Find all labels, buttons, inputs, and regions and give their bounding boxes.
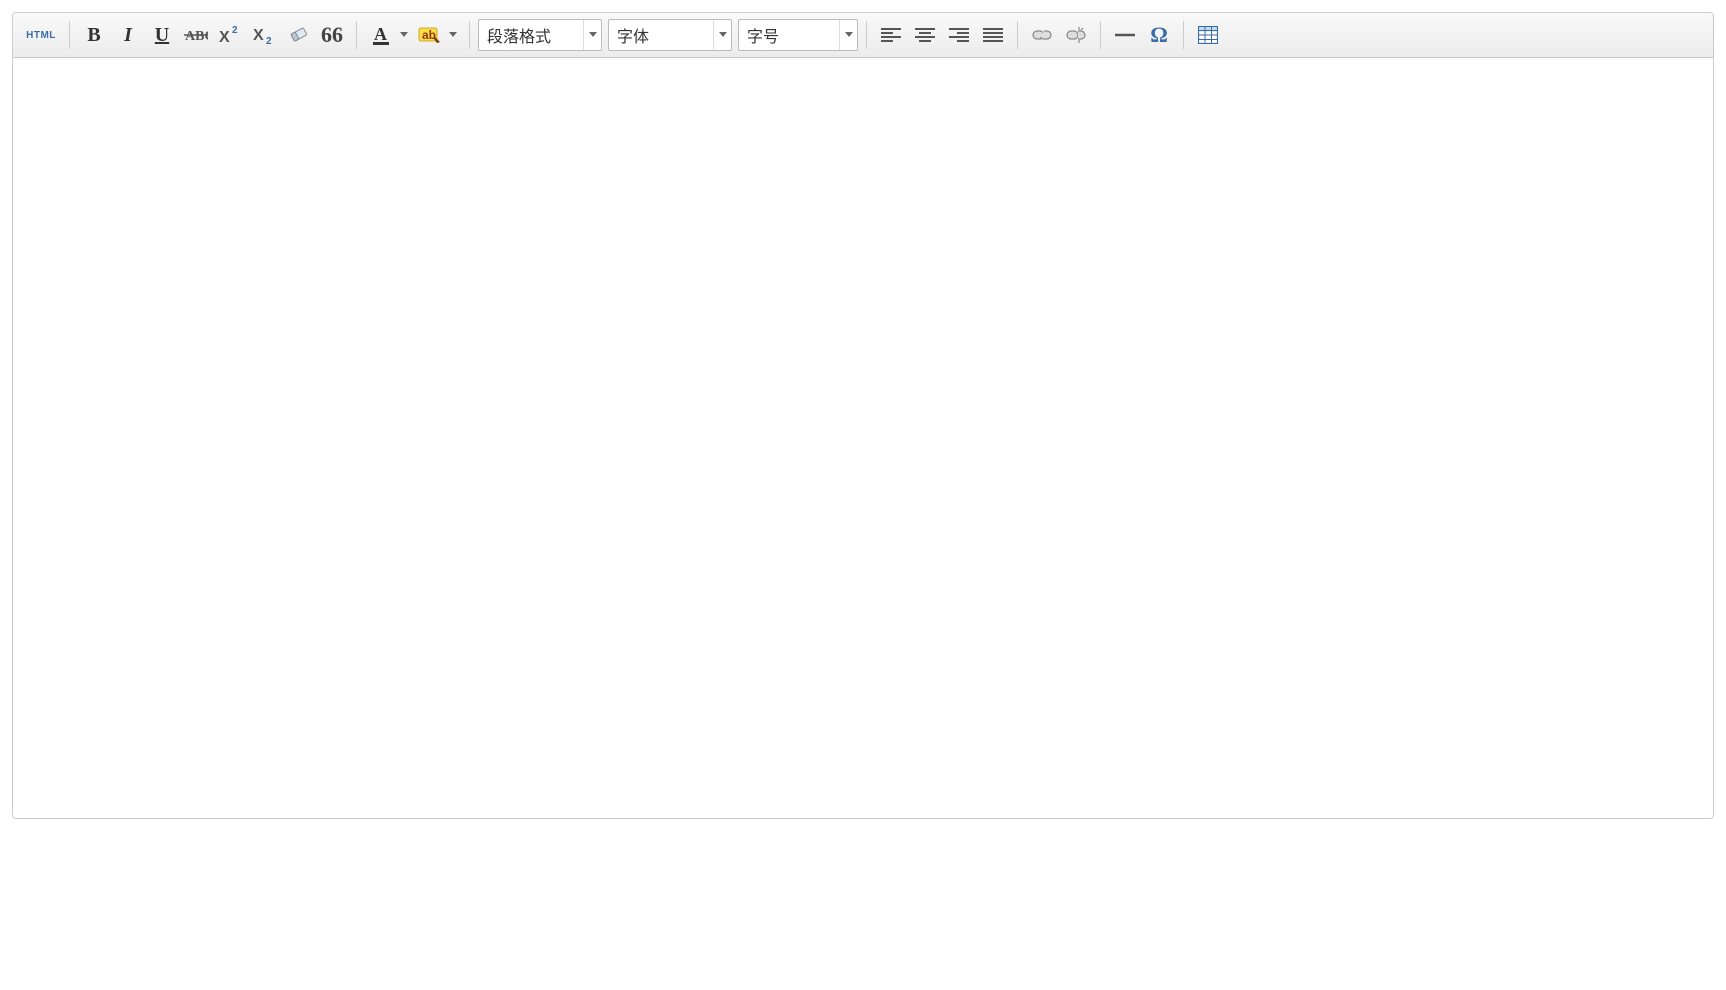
font-color-combo: A	[365, 20, 412, 50]
svg-text:ab: ab	[422, 28, 436, 42]
font-color-dropdown[interactable]	[396, 20, 412, 50]
table-icon	[1198, 26, 1218, 44]
insert-table-button[interactable]	[1192, 20, 1224, 50]
editor-window: HTML B I U ABC X 2 X 2	[12, 12, 1714, 819]
highlight-combo: ab	[414, 20, 461, 50]
svg-text:2: 2	[232, 25, 238, 36]
separator	[1017, 21, 1018, 49]
underline-button[interactable]: U	[146, 20, 178, 50]
select-dropdown-btn[interactable]	[583, 20, 601, 50]
align-justify-button[interactable]	[977, 20, 1009, 50]
chevron-down-icon	[845, 32, 853, 38]
subscript-button[interactable]: X 2	[248, 20, 280, 50]
font-size-value: 字号	[739, 23, 839, 47]
subscript-icon: X 2	[253, 25, 275, 45]
remove-link-button[interactable]	[1060, 20, 1092, 50]
align-center-icon	[915, 27, 935, 43]
font-size-select[interactable]: 字号	[738, 19, 858, 51]
svg-text:ABC: ABC	[185, 29, 208, 44]
horizontal-rule-button[interactable]	[1109, 20, 1141, 50]
special-char-button[interactable]: Ω	[1143, 20, 1175, 50]
align-right-button[interactable]	[943, 20, 975, 50]
bold-button[interactable]: B	[78, 20, 110, 50]
unlink-icon	[1065, 26, 1087, 44]
italic-button[interactable]: I	[112, 20, 144, 50]
svg-text:66: 66	[321, 26, 343, 44]
font-family-select[interactable]: 字体	[608, 19, 732, 51]
paragraph-format-select[interactable]: 段落格式	[478, 19, 602, 51]
superscript-button[interactable]: X 2	[214, 20, 246, 50]
quote-icon: 66	[321, 26, 343, 44]
font-color-icon: A	[371, 24, 391, 46]
align-justify-icon	[983, 27, 1003, 43]
horizontal-rule-icon	[1115, 32, 1135, 38]
html-source-button[interactable]: HTML	[21, 20, 61, 50]
strikethrough-icon: ABC	[184, 26, 208, 44]
select-dropdown-btn[interactable]	[839, 20, 857, 50]
chevron-down-icon	[719, 32, 727, 38]
svg-text:X: X	[219, 29, 230, 45]
separator	[1100, 21, 1101, 49]
font-family-value: 字体	[609, 23, 713, 47]
chevron-down-icon	[589, 32, 597, 38]
strikethrough-button[interactable]: ABC	[180, 20, 212, 50]
chevron-down-icon	[400, 32, 408, 38]
align-left-icon	[881, 27, 901, 43]
svg-text:A: A	[374, 24, 387, 44]
toolbar: HTML B I U ABC X 2 X 2	[13, 13, 1713, 58]
svg-text:X: X	[253, 27, 264, 44]
paragraph-format-value: 段落格式	[479, 23, 583, 47]
separator	[69, 21, 70, 49]
select-dropdown-btn[interactable]	[713, 20, 731, 50]
separator	[1183, 21, 1184, 49]
blockquote-button[interactable]: 66	[316, 20, 348, 50]
erase-format-button[interactable]	[282, 20, 314, 50]
separator	[356, 21, 357, 49]
chevron-down-icon	[449, 32, 457, 38]
separator	[866, 21, 867, 49]
eraser-icon	[287, 25, 309, 45]
align-center-button[interactable]	[909, 20, 941, 50]
separator	[469, 21, 470, 49]
insert-link-button[interactable]	[1026, 20, 1058, 50]
svg-text:2: 2	[266, 36, 272, 45]
editor-content[interactable]	[13, 58, 1713, 818]
highlight-dropdown[interactable]	[445, 20, 461, 50]
align-right-icon	[949, 27, 969, 43]
align-left-button[interactable]	[875, 20, 907, 50]
highlight-button[interactable]: ab	[414, 20, 446, 50]
link-icon	[1031, 28, 1053, 42]
font-color-button[interactable]: A	[365, 20, 397, 50]
superscript-icon: X 2	[219, 25, 241, 45]
highlight-icon: ab	[418, 25, 442, 45]
